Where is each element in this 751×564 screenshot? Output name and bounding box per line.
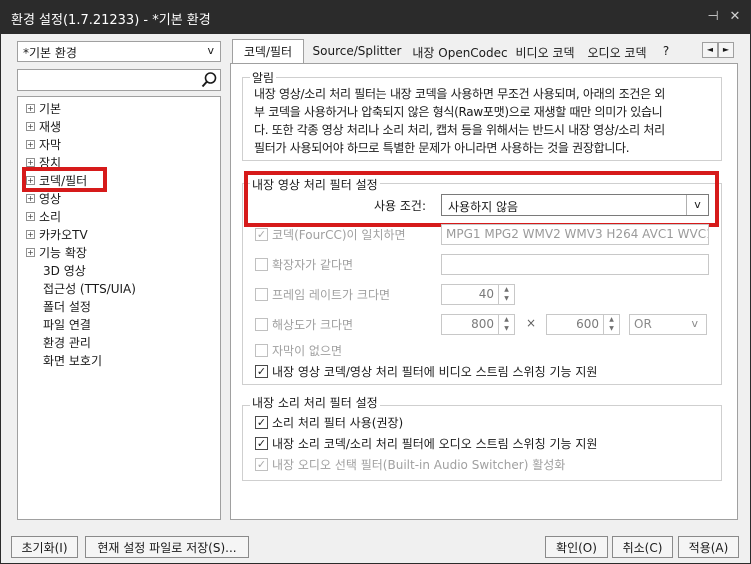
framerate-value: 40 (478, 287, 494, 301)
tree-item-label: 재생 (39, 120, 62, 134)
notice-text: 내장 영상/소리 처리 필터는 내장 코덱을 사용하면 무조건 사용되며, 아래… (254, 85, 724, 157)
settings-window: 환경 설정(1.7.21233) - *기본 환경 ⊣ ✕ *기본 환경 v +… (0, 0, 751, 564)
condition-select[interactable]: 사용하지 않음 v (441, 194, 709, 216)
notice-line: 내장 영상/소리 처리 필터는 내장 코덱을 사용하면 무조건 사용되며, 아래… (254, 87, 666, 101)
ext-match-label: 확장자가 같다면 (272, 258, 354, 272)
tree-item-label: 영상 (39, 192, 62, 206)
tree-item-label: 화면 보호기 (43, 354, 103, 368)
spin-arrows-icon[interactable]: ▲ ▼ (498, 315, 514, 334)
preset-select-value: *기본 환경 (23, 46, 77, 60)
resolution-width-spinner[interactable]: 800 ▲ ▼ (441, 314, 515, 335)
audio-stream-switch-label: 내장 소리 코덱/소리 처리 필터에 오디오 스트림 스위칭 기능 지원 (272, 437, 598, 451)
check-icon: ✓ (255, 228, 268, 241)
chevron-down-icon: v (207, 44, 214, 57)
expand-icon[interactable]: + (26, 158, 35, 167)
fourcc-field[interactable]: MPG1 MPG2 WMV2 WMV3 H264 AVC1 WVC1 (441, 224, 709, 245)
check-icon: ✓ (255, 416, 268, 429)
tree-item-label: 파일 연결 (43, 318, 91, 332)
tab-opencodec[interactable]: 내장 OpenCodec (410, 41, 510, 63)
tree-item-label: 환경 관리 (43, 336, 91, 350)
title-bar[interactable]: 환경 설정(1.7.21233) - *기본 환경 ⊣ ✕ (1, 1, 750, 34)
notice-title: 알림 (250, 69, 277, 86)
tab-audio-codec[interactable]: 오디오 코덱 (580, 41, 654, 63)
expand-icon[interactable]: + (26, 212, 35, 221)
tab-next-icon[interactable]: ► (718, 42, 734, 58)
extension-field[interactable] (441, 254, 709, 275)
expand-icon[interactable]: + (26, 230, 35, 239)
checkbox-box (255, 318, 268, 331)
close-icon[interactable]: ✕ (725, 7, 745, 27)
notice-line: 필터가 사용되어야 하므로 특별한 문제가 아니라면 사용하는 것을 권장합니다… (254, 141, 630, 155)
apply-button[interactable]: 적용(A) (678, 536, 739, 558)
checkbox-box (255, 288, 268, 301)
search-box (17, 69, 221, 91)
checkbox-box (255, 258, 268, 271)
notice-line: 다. 또한 각종 영상 처리나 소리 처리, 캡처 등을 위해서는 반드시 내장… (254, 123, 665, 137)
codec-match-label: 코덱(FourCC)이 일치하면 (272, 228, 406, 242)
tab-bar: 코덱/필터 Source/Splitter 내장 OpenCodec 비디오 코… (230, 39, 738, 64)
spin-arrows-icon[interactable]: ▲ ▼ (498, 285, 514, 304)
chevron-down-icon: v (686, 195, 708, 215)
tree-item-label: 기능 확장 (39, 246, 87, 260)
check-icon: ✓ (255, 437, 268, 450)
tab-prev-icon[interactable]: ◄ (702, 42, 718, 58)
chevron-down-icon: v (691, 317, 698, 330)
expand-icon[interactable]: + (26, 122, 35, 131)
condition-label: 사용 조건: (374, 199, 427, 213)
pin-icon[interactable]: ⊣ (703, 7, 723, 27)
tab-overflow[interactable]: ? (656, 41, 676, 63)
window-title: 환경 설정(1.7.21233) - *기본 환경 (11, 13, 211, 28)
audio-switcher-label: 내장 오디오 선택 필터(Built-in Audio Switcher) 활성… (272, 458, 566, 472)
search-input[interactable] (20, 71, 196, 89)
fourcc-field-value: MPG1 MPG2 WMV2 WMV3 H264 AVC1 WVC1 (446, 227, 709, 241)
spin-arrows-icon[interactable]: ▲ ▼ (603, 315, 619, 334)
tree-item-label: 기본 (39, 102, 62, 116)
resolution-height-spinner[interactable]: 600 ▲ ▼ (546, 314, 620, 335)
framerate-label: 프레임 레이트가 크다면 (272, 288, 391, 302)
framerate-spinner[interactable]: 40 ▲ ▼ (441, 284, 515, 305)
preset-select[interactable]: *기본 환경 v (17, 41, 221, 62)
video-stream-switch-label: 내장 영상 코덱/영상 처리 필터에 비디오 스트림 스위칭 기능 지원 (272, 365, 598, 379)
search-icon[interactable] (200, 71, 218, 89)
tab-codec-filter[interactable]: 코덱/필터 (232, 39, 304, 64)
notice-line: 부 코덱을 사용하거나 압축되지 않은 형식(Raw포맷)으로 재생할 때만 의… (254, 105, 663, 119)
check-icon: ✓ (255, 458, 268, 471)
cancel-button[interactable]: 취소(C) (612, 536, 673, 558)
tree-item-label: 자막 (39, 138, 62, 152)
times-icon: × (526, 316, 537, 330)
tree-item-label: 카카오TV (39, 228, 88, 242)
tree-item-label: 폴더 설정 (43, 300, 91, 314)
ok-button[interactable]: 확인(O) (545, 536, 608, 558)
condition-select-value: 사용하지 않음 (448, 200, 519, 214)
audio-filter-title: 내장 소리 처리 필터 설정 (250, 394, 380, 411)
expand-icon[interactable]: + (26, 194, 35, 203)
tree-highlight-box (22, 167, 107, 192)
check-icon: ✓ (255, 365, 268, 378)
resolution-label: 해상도가 크다면 (272, 318, 354, 332)
tab-video-codec[interactable]: 비디오 코덱 (512, 41, 578, 63)
reset-button[interactable]: 초기화(I) (11, 536, 78, 558)
audio-filter-use-label: 소리 처리 필터 사용(권장) (272, 416, 404, 430)
tree-item-label: 접근성 (TTS/UIA) (43, 282, 136, 296)
tab-source-splitter[interactable]: Source/Splitter (310, 41, 404, 63)
resolution-op-select[interactable]: OR v (629, 314, 707, 335)
expand-icon[interactable]: + (26, 248, 35, 257)
resolution-height-value: 600 (576, 317, 599, 331)
checkbox-box (255, 344, 268, 357)
tree-item-label: 소리 (39, 210, 62, 224)
expand-icon[interactable]: + (26, 140, 35, 149)
settings-tree: + 기본 + 재생 + 자막 + 장치 + 코덱/필터 + 영상 + 소리 + (17, 96, 221, 520)
expand-icon[interactable]: + (26, 104, 35, 113)
tree-item-label: 3D 영상 (43, 264, 86, 278)
no-subtitle-label: 자막이 없으면 (272, 344, 343, 358)
save-config-button[interactable]: 현재 설정 파일로 저장(S)... (85, 536, 249, 558)
resolution-op-value: OR (634, 317, 652, 331)
resolution-width-value: 800 (471, 317, 494, 331)
